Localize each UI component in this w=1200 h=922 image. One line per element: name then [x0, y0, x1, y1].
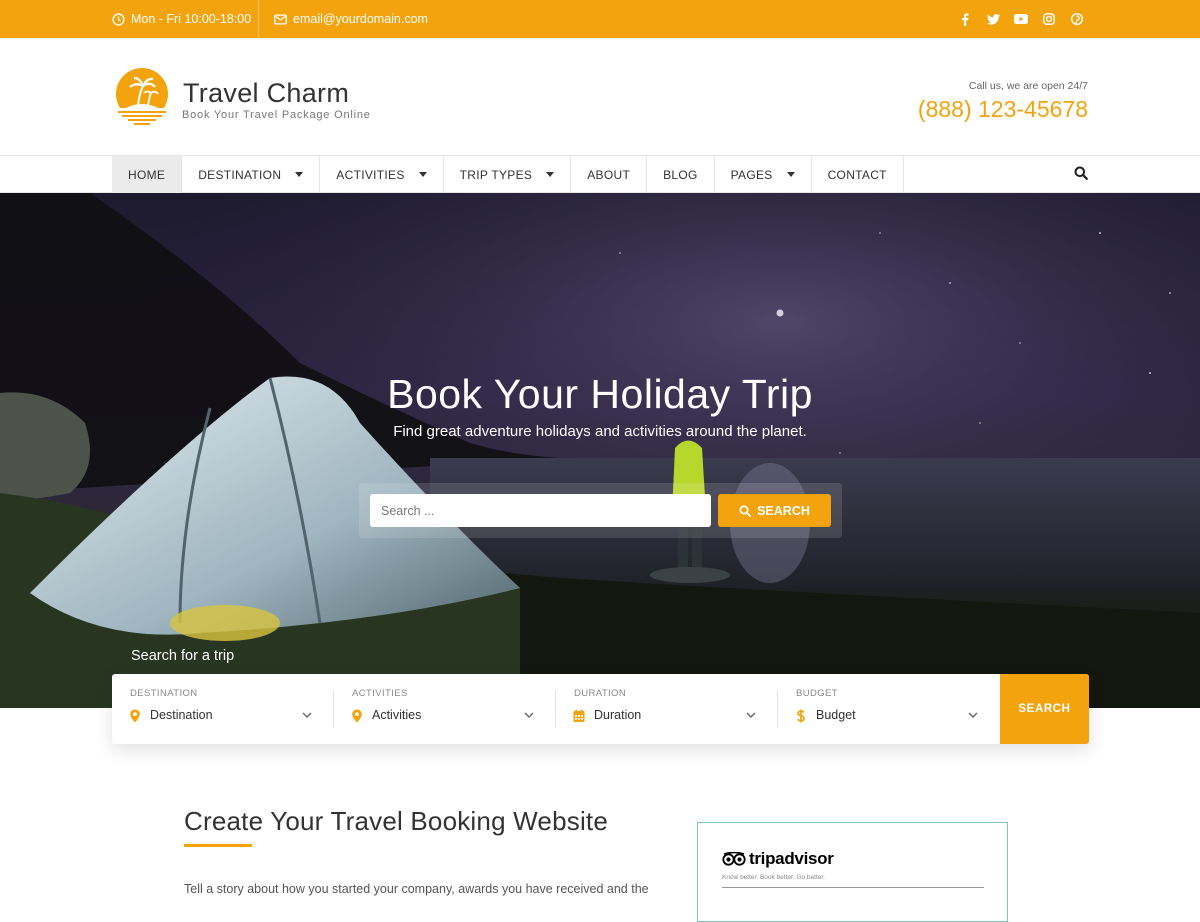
divider — [258, 0, 259, 38]
tripadvisor-tagline: Know better. Book better. Go better. — [722, 874, 825, 881]
site-header: Travel Charm Book Your Travel Package On… — [0, 38, 1200, 156]
pinterest-icon[interactable] — [1070, 12, 1084, 26]
nav-item-trip-types[interactable]: TRIP TYPES — [444, 156, 572, 193]
duration-select[interactable]: DURATION Duration — [556, 674, 778, 744]
tripadvisor-logo: tripadvisor — [722, 849, 834, 869]
owl-icon — [722, 852, 746, 866]
caret-down-icon — [295, 172, 304, 177]
hero-banner: Book Your Holiday Trip Find great advent… — [0, 193, 1200, 708]
hero-background-image — [0, 193, 1200, 708]
nav-item-blog[interactable]: BLOG — [647, 156, 715, 193]
envelope-icon — [274, 13, 287, 25]
tripadvisor-name: tripadvisor — [749, 849, 834, 868]
twitter-icon[interactable] — [986, 12, 1000, 26]
caret-down-icon — [786, 172, 795, 177]
chevron-down-icon — [524, 712, 534, 718]
site-title[interactable]: Travel Charm — [183, 78, 349, 109]
destination-select[interactable]: DESTINATION Destination — [112, 674, 334, 744]
hero-search-button-label: SEARCH — [757, 503, 810, 518]
site-tagline: Book Your Travel Package Online — [182, 109, 371, 121]
email-text[interactable]: email@yourdomain.com — [293, 12, 428, 26]
nav-item-label: HOME — [128, 167, 166, 182]
site-logo[interactable] — [112, 68, 172, 126]
nav-item-about[interactable]: ABOUT — [571, 156, 648, 193]
trip-search-bar: DESTINATION Destination ACTIVITIES Activ… — [112, 674, 1089, 744]
nav-item-label: TRIP TYPES — [459, 167, 533, 182]
nav-item-label: DESTINATION — [198, 167, 282, 182]
hero-search-form: SEARCH — [359, 483, 842, 538]
hero-search-button[interactable]: SEARCH — [718, 494, 831, 527]
youtube-icon[interactable] — [1014, 12, 1028, 26]
hero-search-input[interactable] — [370, 494, 711, 527]
nav-item-label: CONTACT — [827, 167, 887, 182]
main-navigation: HOME DESTINATION ACTIVITIES TRIP TYPES A… — [0, 156, 1200, 193]
call-label: Call us, we are open 24/7 — [968, 80, 1088, 92]
tripadvisor-widget[interactable]: tripadvisor Know better. Book better. Go… — [697, 822, 1008, 922]
top-bar: Mon - Fri 10:00-18:00 email@yourdomain.c… — [0, 0, 1200, 38]
field-value: Destination — [150, 708, 213, 722]
chevron-down-icon — [968, 712, 978, 718]
chevron-down-icon — [302, 712, 312, 718]
nav-item-destination[interactable]: DESTINATION — [182, 156, 321, 193]
nav-item-home[interactable]: HOME — [112, 156, 183, 193]
section-title: Create Your Travel Booking Website — [184, 806, 609, 836]
trip-search-button[interactable]: SEARCH — [1000, 674, 1089, 744]
field-label: BUDGET — [796, 688, 838, 699]
field-label: ACTIVITIES — [352, 688, 408, 699]
dollar-icon — [797, 709, 805, 723]
hours-text: Mon - Fri 10:00-18:00 — [131, 12, 252, 26]
field-label: DURATION — [574, 688, 627, 699]
field-value: Activities — [372, 708, 422, 722]
search-icon — [739, 504, 752, 517]
budget-select[interactable]: BUDGET Budget — [778, 674, 1000, 744]
field-value: Budget — [816, 708, 856, 722]
nav-item-label: BLOG — [663, 167, 698, 182]
field-label: DESTINATION — [130, 688, 198, 699]
email-link[interactable]: email@yourdomain.com — [274, 0, 428, 38]
nav-search-button[interactable] — [1074, 166, 1090, 182]
instagram-icon[interactable] — [1042, 12, 1056, 26]
nav-menu: HOME DESTINATION ACTIVITIES TRIP TYPES A… — [112, 156, 904, 193]
caret-down-icon — [418, 172, 427, 177]
facebook-icon[interactable] — [958, 12, 972, 26]
nav-item-label: ABOUT — [587, 167, 631, 182]
nav-item-contact[interactable]: CONTACT — [812, 156, 904, 193]
nav-item-activities[interactable]: ACTIVITIES — [320, 156, 444, 193]
intro-paragraph: Tell a story about how you started your … — [184, 882, 649, 896]
map-pin-icon — [352, 709, 362, 723]
search-icon — [1074, 166, 1088, 180]
nav-item-pages[interactable]: PAGES — [715, 156, 812, 193]
caret-down-icon — [546, 172, 555, 177]
activities-select[interactable]: ACTIVITIES Activities — [334, 674, 556, 744]
phone-number[interactable]: (888) 123-45678 — [918, 96, 1088, 123]
clock-icon — [112, 12, 125, 26]
map-pin-icon — [130, 709, 140, 723]
social-links — [958, 0, 1084, 38]
hero-title: Book Your Holiday Trip — [387, 371, 813, 417]
hero-subtitle: Find great adventure holidays and activi… — [393, 423, 807, 440]
title-underline — [184, 844, 252, 847]
chevron-down-icon — [746, 712, 756, 718]
nav-item-label: ACTIVITIES — [336, 167, 405, 182]
divider — [722, 887, 984, 888]
business-hours: Mon - Fri 10:00-18:00 — [112, 0, 251, 38]
nav-item-label: PAGES — [730, 167, 773, 182]
field-value: Duration — [594, 708, 642, 722]
calendar-icon — [573, 709, 585, 722]
trip-search-label: Search for a trip — [131, 648, 235, 664]
